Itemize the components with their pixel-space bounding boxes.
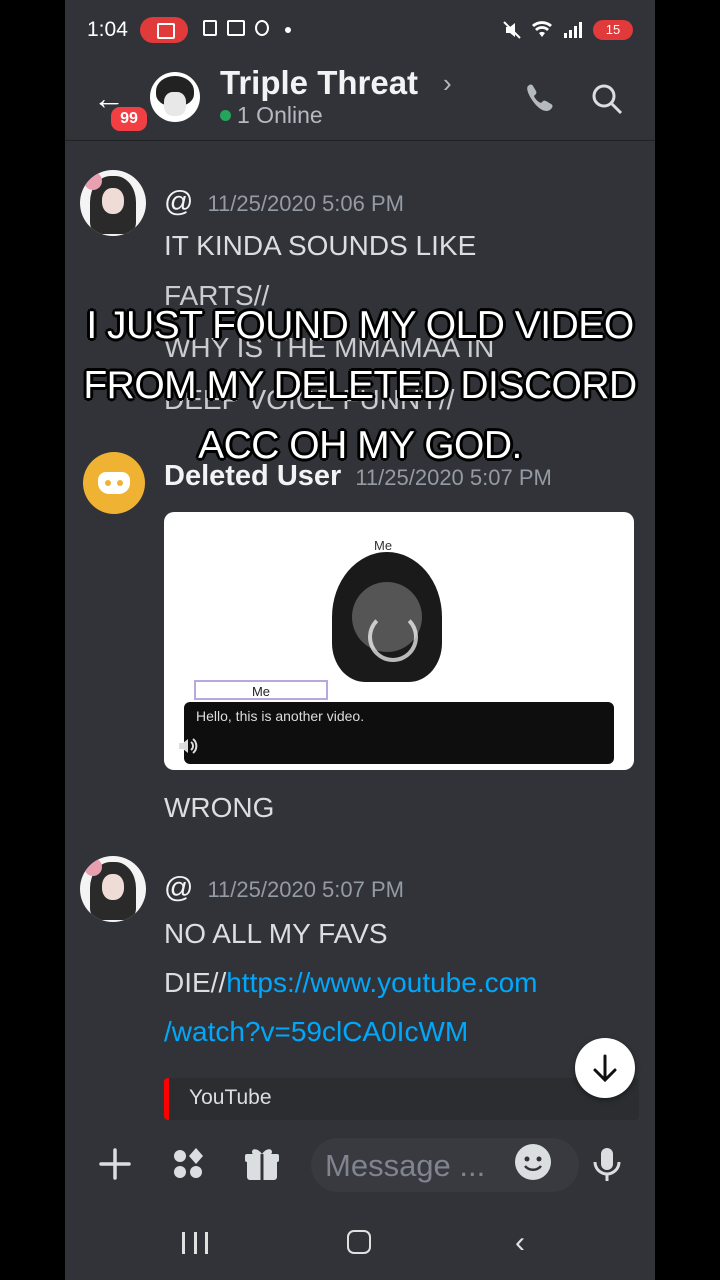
system-nav-bar: ‹ bbox=[65, 1208, 655, 1280]
video-dialog-text: Hello, this is another video. bbox=[196, 708, 365, 724]
status-bar: 1:04 15 bbox=[65, 0, 655, 62]
chevron-right-icon[interactable]: › bbox=[443, 68, 452, 99]
home-icon[interactable] bbox=[347, 1230, 371, 1254]
message-text: NO ALL MY FAVS bbox=[164, 918, 388, 949]
battery-saver-icon bbox=[203, 20, 217, 36]
volume-icon[interactable] bbox=[176, 734, 200, 758]
screenshot-icon bbox=[227, 20, 245, 36]
message-text: DIE// bbox=[164, 967, 227, 998]
youtube-link[interactable]: https://www.youtube.com bbox=[226, 967, 537, 998]
message-placeholder: Message ... bbox=[325, 1148, 486, 1183]
embed-provider: YouTube bbox=[189, 1086, 272, 1109]
screen-record-icon bbox=[140, 17, 188, 43]
mute-icon bbox=[503, 21, 521, 39]
author-name[interactable]: @ bbox=[164, 186, 193, 218]
unread-badge: 99 bbox=[108, 104, 150, 134]
video-top-label: Me bbox=[374, 538, 393, 553]
gift-icon[interactable] bbox=[242, 1144, 282, 1184]
video-attachment[interactable]: Me Me Hello, this is another video. bbox=[164, 512, 634, 770]
signal-icon bbox=[564, 22, 582, 38]
message-text-with-link: DIE//https://www.youtube.com bbox=[164, 967, 538, 999]
group-avatar[interactable] bbox=[150, 72, 200, 122]
caption-line: FROM MY DELETED DISCORD bbox=[83, 364, 637, 407]
online-count: 1 Online bbox=[237, 102, 323, 128]
notification-dot-icon bbox=[285, 27, 291, 33]
online-dot-icon bbox=[220, 110, 231, 121]
message-input-bar: Message ... bbox=[65, 1124, 655, 1208]
video-caption-overlay: I JUST FOUND MY OLD VIDEO FROM MY DELETE… bbox=[0, 296, 720, 476]
emoji-icon[interactable] bbox=[515, 1144, 551, 1180]
caption-line: ACC OH MY GOD. bbox=[198, 424, 522, 467]
search-icon[interactable] bbox=[590, 82, 624, 116]
message-header: @11/25/2020 5:06 PM bbox=[164, 186, 404, 219]
recent-apps-icon[interactable] bbox=[182, 1232, 208, 1254]
message-timestamp: 11/25/2020 5:07 PM bbox=[207, 877, 404, 902]
author-name[interactable]: @ bbox=[164, 872, 193, 904]
battery-indicator: 15 bbox=[593, 20, 633, 40]
brightness-icon bbox=[255, 20, 269, 36]
user-avatar[interactable] bbox=[80, 170, 146, 236]
phone-screen: 1:04 15 ← 99 Triple Threat › 1 Online @1… bbox=[65, 0, 655, 1280]
video-name-tag: Me bbox=[194, 680, 328, 700]
jump-to-bottom-button[interactable] bbox=[575, 1038, 635, 1098]
microphone-icon[interactable] bbox=[587, 1144, 627, 1184]
caption-line: I JUST FOUND MY OLD VIDEO bbox=[86, 304, 634, 347]
channel-title[interactable]: Triple Threat bbox=[220, 64, 418, 102]
user-avatar[interactable] bbox=[80, 856, 146, 922]
message-text: WRONG bbox=[164, 792, 275, 823]
status-right-group: 15 bbox=[503, 16, 633, 44]
video-dialog-box: Hello, this is another video. bbox=[184, 702, 614, 764]
emoji-face-icon bbox=[524, 1156, 542, 1171]
wifi-icon bbox=[532, 21, 552, 37]
arrow-down-icon bbox=[593, 1054, 617, 1083]
nav-back-icon[interactable]: ‹ bbox=[515, 1226, 525, 1260]
message-timestamp: 11/25/2020 5:06 PM bbox=[207, 191, 404, 216]
status-time: 1:04 bbox=[87, 18, 128, 41]
youtube-embed[interactable]: YouTube bbox=[164, 1078, 639, 1120]
message-header: @11/25/2020 5:07 PM bbox=[164, 872, 404, 905]
channel-header: ← 99 Triple Threat › 1 Online bbox=[65, 62, 655, 141]
loading-spinner-icon bbox=[368, 612, 418, 662]
voice-call-icon[interactable] bbox=[520, 80, 556, 116]
plus-icon[interactable] bbox=[95, 1144, 135, 1184]
youtube-link[interactable]: /watch?v=59clCA0IcWM bbox=[164, 1016, 468, 1048]
apps-icon[interactable] bbox=[168, 1144, 208, 1184]
message-text: IT KINDA SOUNDS LIKE bbox=[164, 230, 477, 261]
online-status: 1 Online bbox=[220, 102, 323, 129]
